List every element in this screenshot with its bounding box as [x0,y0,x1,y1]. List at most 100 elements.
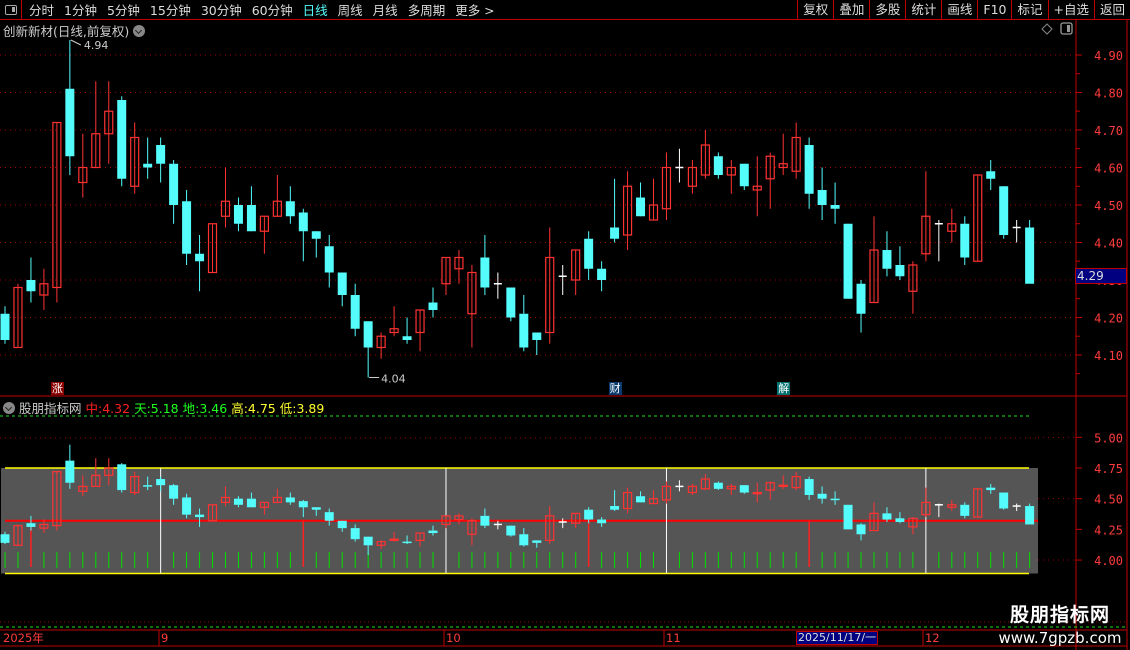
kline-chart[interactable]: 4.904.804.704.604.504.404.304.204.105.00… [0,0,1130,650]
layout-icon[interactable] [1060,22,1073,35]
price-candle-down [636,197,646,217]
indicator-number: 5.18 [150,401,179,416]
price-candle-down [519,313,529,348]
indicator-tick-label: 4.50 [1094,493,1123,507]
indicator-label: 天: [134,401,151,416]
indicator-candle-down [636,496,646,503]
indicator-candle-down [195,514,205,518]
price-candle-down [584,238,594,269]
indicator-candle-down [246,498,256,508]
indicator-candle-down [402,541,412,544]
indicator-candle-down [117,464,127,491]
indicator-label: 高: [231,401,248,416]
indicator-candle-down [597,519,607,524]
indicator-candle-down [1025,506,1035,525]
price-candle-down [532,332,542,340]
chevron-down-icon[interactable] [3,401,15,414]
price-candle-down [169,163,179,205]
event-mark[interactable]: 解 [777,382,791,395]
cursor-date: 2025/11/17/一 [796,631,879,645]
indicator-number: 3.46 [199,401,228,416]
indicator-header: 股朋指标网 中:4.32 天:5.18 地:3.46 高:4.75 低:3.89 [3,398,328,417]
indicator-tick-label: 5.00 [1094,431,1123,445]
indicator-candle-down [0,534,10,543]
price-candle-down [882,250,892,269]
price-candle-down [26,280,36,292]
price-candle-down [298,212,308,232]
price-candle-down [817,190,827,205]
price-candle-down [233,205,243,224]
indicator-candle-down [856,524,866,535]
indicator-label: 低: [279,401,297,416]
indicator-value: 天:5.18 [134,398,179,417]
price-candle-down [804,145,814,194]
indicator-candle-down [337,520,347,529]
event-mark[interactable]: 财 [608,382,622,395]
price-tick-label: 4.10 [1094,349,1123,363]
indicator-number: 4.75 [247,401,276,416]
price-candle-down [428,302,438,310]
indicator-candle-down [285,497,295,503]
indicator-candle-down [519,534,529,546]
price-tick-label: 4.60 [1094,162,1123,176]
indicator-candle-down [65,460,75,483]
indicator-candle-down [713,482,723,489]
indicator-candle-down [804,479,814,495]
indicator-candle-down [428,530,438,534]
price-candle-down [402,336,412,340]
indicator-candle-down [610,506,620,510]
price-candle-down [830,205,840,209]
price-candle-down [739,163,749,187]
price-candle-down [480,257,490,288]
indicator-tick-label: 4.00 [1094,554,1123,568]
price-tick-label: 4.50 [1094,199,1123,213]
indicator-candle-down [830,498,840,501]
indicator-value: 高:4.75 [231,398,276,417]
price-candle-down [246,205,256,232]
indicator-value: 中:4.32 [86,398,131,417]
date-label: 2025年 [3,631,44,645]
indicator-candle-down [156,479,166,486]
high-marker-arrow [70,39,82,46]
high-marker: 4.94 [84,39,109,52]
indicator-candle-down [324,512,334,521]
watermark-name: 股朋指标网 [1009,604,1110,626]
price-candle-down [610,227,620,239]
indicator-candle-down [350,528,360,540]
price-tick-label: 4.70 [1094,124,1123,138]
price-candle-down [324,246,334,273]
price-candle-down [597,268,607,280]
diamond-icon[interactable] [1041,23,1053,35]
indicator-candle-down [843,504,853,530]
price-candle-down [65,88,75,157]
indicator-candle-down [999,492,1009,509]
price-candle-down [337,272,347,295]
indicator-candle-down [960,504,970,516]
price-candle-down [895,265,905,277]
price-candle-down [350,295,360,329]
indicator-candle-down [182,497,192,515]
indicator-candle-down [233,498,243,505]
low-marker: 4.04 [381,373,406,386]
price-candle-down [117,100,127,179]
indicator-candle-down [882,513,892,520]
watermark-url: www.7gpzb.com [998,629,1122,647]
indicator-candle-down [311,507,321,510]
indicator-value: 低:3.89 [280,398,325,417]
price-candle-down [843,223,853,299]
indicator-label: 地: [182,401,200,416]
price-candle-down [1025,227,1035,284]
event-mark[interactable]: 涨 [50,382,64,395]
indicator-name[interactable]: 股朋指标网 [19,398,82,417]
indicator-candle-down [169,485,179,499]
indicator-candle-down [584,509,594,520]
date-label: 9 [161,631,168,645]
indicator-candle-down [143,485,153,487]
indicator-label: 中: [85,401,103,416]
price-candle-down [285,201,295,217]
price-tick-label: 4.80 [1094,87,1123,101]
date-label: 11 [666,631,681,645]
indicator-candle-down [506,525,516,536]
last-price-tag: 4.29 [1075,268,1127,284]
indicator-candle-down [26,523,36,527]
